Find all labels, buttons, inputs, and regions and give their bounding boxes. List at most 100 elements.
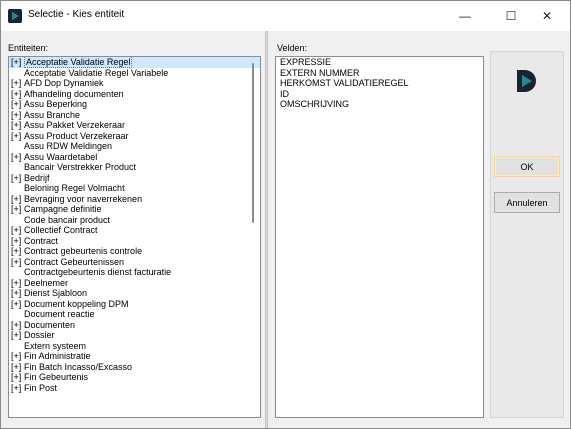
entity-item[interactable]: Beloning Regel Volmacht [9, 183, 260, 194]
entity-item-label: Acceptatie Validatie Regel [24, 57, 133, 68]
entity-item-label: Collectief Contract [24, 225, 98, 235]
expand-toggle[interactable]: [+] [11, 204, 24, 215]
entity-item[interactable]: [+] Contract Gebeurtenissen [9, 257, 260, 268]
entity-item[interactable]: Contractgebeurtenis dienst facturatie [9, 267, 260, 278]
entities-label: Entiteiten: [8, 43, 49, 53]
entity-item[interactable]: Extern systeem [9, 341, 260, 352]
entity-item[interactable]: [+] Afhandeling documenten [9, 89, 260, 100]
expand-toggle[interactable]: [+] [11, 320, 24, 331]
field-item[interactable]: EXTERN NUMMER [276, 68, 483, 79]
entity-item-label: Documenten [24, 319, 76, 330]
expand-toggle[interactable]: [+] [11, 194, 24, 205]
entity-item-label: Dienst Sjabloon [24, 288, 88, 298]
expand-toggle[interactable]: [+] [11, 330, 24, 341]
entity-item[interactable]: [+] Fin Gebeurtenis [9, 372, 260, 383]
field-item[interactable]: ID [276, 89, 483, 100]
expand-toggle[interactable]: [+] [11, 89, 24, 100]
panel-splitter[interactable] [265, 31, 268, 428]
expand-toggle[interactable]: [+] [11, 351, 24, 362]
entity-item-label: Contract gebeurtenis controle [24, 246, 143, 256]
entity-item[interactable]: [+] Document koppeling DPM [9, 299, 260, 310]
minimize-button[interactable]: — [442, 1, 488, 31]
entity-item-label: Contract Gebeurtenissen [24, 256, 125, 267]
expand-toggle[interactable]: [+] [11, 120, 24, 131]
close-button[interactable]: ✕ [524, 1, 570, 31]
entity-item-label: Deelnemer [24, 277, 69, 288]
expand-toggle[interactable]: [+] [11, 372, 24, 383]
entity-item[interactable]: [+] Acceptatie Validatie Regel [9, 57, 260, 68]
expand-toggle[interactable]: [+] [11, 299, 24, 310]
entity-item[interactable]: [+] Contract [9, 236, 260, 247]
entity-item-label: Bedrijf [24, 172, 50, 183]
entity-item[interactable]: [+] Dienst Sjabloon [9, 288, 260, 299]
entity-item-label: Assu Branche [24, 109, 81, 120]
expand-toggle[interactable]: [+] [11, 110, 24, 121]
entity-item[interactable]: [+] Assu Pakket Verzekeraar [9, 120, 260, 131]
expand-toggle[interactable]: [+] [11, 257, 24, 268]
entity-item-label: Document reactie [24, 309, 95, 319]
entity-item[interactable]: [+] Collectief Contract [9, 225, 260, 236]
expand-toggle[interactable]: [+] [11, 246, 24, 257]
entity-item[interactable]: Bancair Verstrekker Product [9, 162, 260, 173]
entity-item[interactable]: Assu RDW Meldingen [9, 141, 260, 152]
entity-item-label: Assu Beperking [24, 99, 88, 109]
entity-item-label: Assu Product Verzekeraar [24, 130, 129, 141]
entity-item-label: Dossier [24, 330, 55, 340]
field-item[interactable]: HERKOMST VALIDATIEREGEL [276, 78, 483, 89]
expand-toggle[interactable]: [+] [11, 173, 24, 184]
entity-item-label: Campagne definitie [24, 204, 102, 214]
field-item[interactable]: OMSCHRIJVING [276, 99, 483, 110]
expand-toggle[interactable]: [+] [11, 225, 24, 236]
cancel-button[interactable]: Annuleren [494, 192, 560, 213]
entity-item-label: Assu RDW Meldingen [24, 141, 113, 151]
entity-item[interactable]: [+] Fin Administratie [9, 351, 260, 362]
entity-item[interactable]: [+] Fin Batch Incasso/Excasso [9, 362, 260, 373]
expand-toggle[interactable]: [+] [11, 57, 24, 68]
entity-item[interactable]: [+] Bevraging voor naverrekenen [9, 194, 260, 205]
entity-item-label: AFD Dop Dynamiek [24, 78, 104, 88]
entity-item-label: Fin Gebeurtenis [24, 372, 89, 382]
expand-toggle[interactable]: [+] [11, 131, 24, 142]
entity-item[interactable]: Code bancair product [9, 215, 260, 226]
title-bar[interactable]: Selectie - Kies entiteit — ☐ ✕ [1, 1, 570, 31]
entity-item-label: Assu Waardetabel [24, 151, 98, 162]
entity-item-label: Document koppeling DPM [24, 298, 129, 309]
expand-toggle[interactable]: [+] [11, 78, 24, 89]
window-title: Selectie - Kies entiteit [28, 9, 125, 20]
entity-item[interactable]: [+] Bedrijf [9, 173, 260, 184]
entity-item[interactable]: [+] Deelnemer [9, 278, 260, 289]
field-item[interactable]: EXPRESSIE [276, 57, 483, 68]
entity-item[interactable]: [+] Assu Branche [9, 110, 260, 121]
entity-item-label: Extern systeem [24, 340, 87, 351]
entity-item[interactable]: [+] Dossier [9, 330, 260, 341]
button-panel: OK Annuleren [490, 51, 564, 418]
entity-item[interactable]: [+] Contract gebeurtenis controle [9, 246, 260, 257]
entity-item[interactable]: [+] Assu Product Verzekeraar [9, 131, 260, 142]
entity-item[interactable]: [+] Assu Beperking [9, 99, 260, 110]
entities-list[interactable]: [+] Acceptatie Validatie Regel Acceptatie … [8, 56, 261, 418]
entity-item[interactable]: [+] Documenten [9, 320, 260, 331]
close-icon: ✕ [541, 9, 553, 23]
entities-scrollbar[interactable] [252, 63, 254, 223]
expand-toggle[interactable]: [+] [11, 236, 24, 247]
entity-item[interactable]: Acceptatie Validatie Regel Variabele [9, 68, 260, 79]
entity-item[interactable]: [+] Fin Post [9, 383, 260, 394]
app-icon [8, 9, 22, 23]
entity-item[interactable]: [+] Assu Waardetabel [9, 152, 260, 163]
expand-toggle[interactable]: [+] [11, 152, 24, 163]
entity-item-label: Bancair Verstrekker Product [24, 162, 137, 172]
expand-toggle[interactable]: [+] [11, 99, 24, 110]
entity-item-label: Bevraging voor naverrekenen [24, 193, 143, 204]
minimize-icon: — [459, 9, 471, 23]
entity-item[interactable]: Document reactie [9, 309, 260, 320]
entity-item[interactable]: [+] AFD Dop Dynamiek [9, 78, 260, 89]
expand-toggle[interactable]: [+] [11, 288, 24, 299]
fields-list[interactable]: EXPRESSIE EXTERN NUMMER HERKOMST VALIDATIE… [275, 56, 484, 418]
entity-item-label: Acceptatie Validatie Regel Variabele [24, 67, 169, 78]
expand-toggle[interactable]: [+] [11, 383, 24, 394]
expand-toggle[interactable]: [+] [11, 278, 24, 289]
expand-toggle[interactable]: [+] [11, 362, 24, 373]
entity-item[interactable]: [+] Campagne definitie [9, 204, 260, 215]
entity-item-label: Beloning Regel Volmacht [24, 183, 125, 193]
ok-button[interactable]: OK [494, 156, 560, 177]
